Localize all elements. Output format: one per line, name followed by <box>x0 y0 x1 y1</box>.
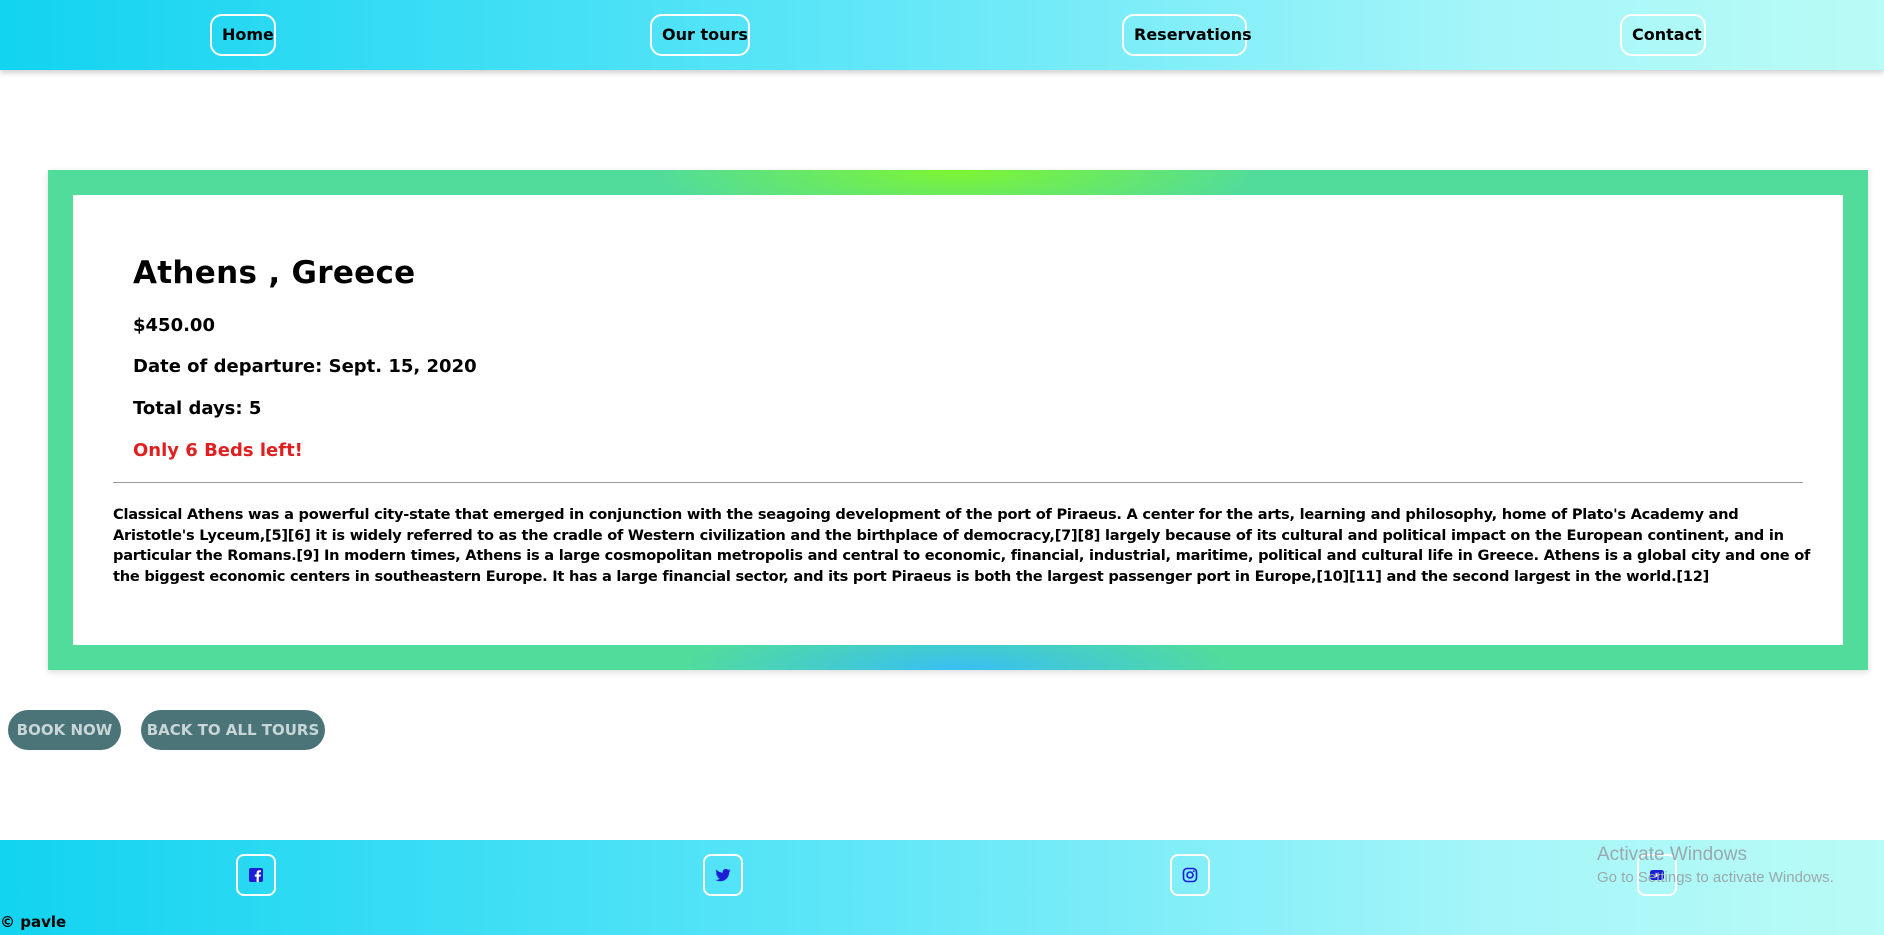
twitter-icon <box>715 868 731 882</box>
nav-reservations-button[interactable]: Reservations <box>1122 14 1252 56</box>
twitter-link[interactable] <box>703 854 743 896</box>
nav-our-tours-button[interactable]: Our tours <box>650 14 750 56</box>
tour-card-body: Athens , Greece $450.00 Date of departur… <box>73 195 1843 645</box>
facebook-icon <box>249 868 263 882</box>
tour-price: $450.00 <box>133 315 215 336</box>
tour-title: Athens , Greece <box>133 255 416 291</box>
tour-card: Athens , Greece $450.00 Date of departur… <box>48 170 1868 670</box>
nav-contact-button[interactable]: Contact <box>1620 14 1706 56</box>
divider <box>113 482 1803 483</box>
tour-description: Classical Athens was a powerful city-sta… <box>113 506 1811 585</box>
top-navbar: Home Our tours Reservations Contact <box>0 0 1884 70</box>
watermark-subtitle: Go to Settings to activate Windows. <box>1597 869 1834 886</box>
copyright-bar: © pavle <box>0 910 1884 935</box>
copyright-text: © pavle <box>0 913 67 931</box>
watermark-title: Activate Windows <box>1597 844 1747 865</box>
back-to-all-tours-button[interactable]: BACK TO ALL TOURS <box>141 710 325 750</box>
tour-departure-date: Date of departure: Sept. 15, 2020 <box>133 356 477 377</box>
book-now-button[interactable]: BOOK NOW <box>8 710 121 750</box>
activate-windows-watermark: Activate Windows Go to Settings to activ… <box>1597 843 1834 889</box>
instagram-icon <box>1182 867 1198 883</box>
tour-total-days: Total days: 5 <box>133 398 262 419</box>
tour-beds-left: Only 6 Beds left! <box>133 440 303 461</box>
facebook-link[interactable] <box>236 854 276 896</box>
instagram-link[interactable] <box>1170 854 1210 896</box>
nav-home-button[interactable]: Home <box>210 14 276 56</box>
